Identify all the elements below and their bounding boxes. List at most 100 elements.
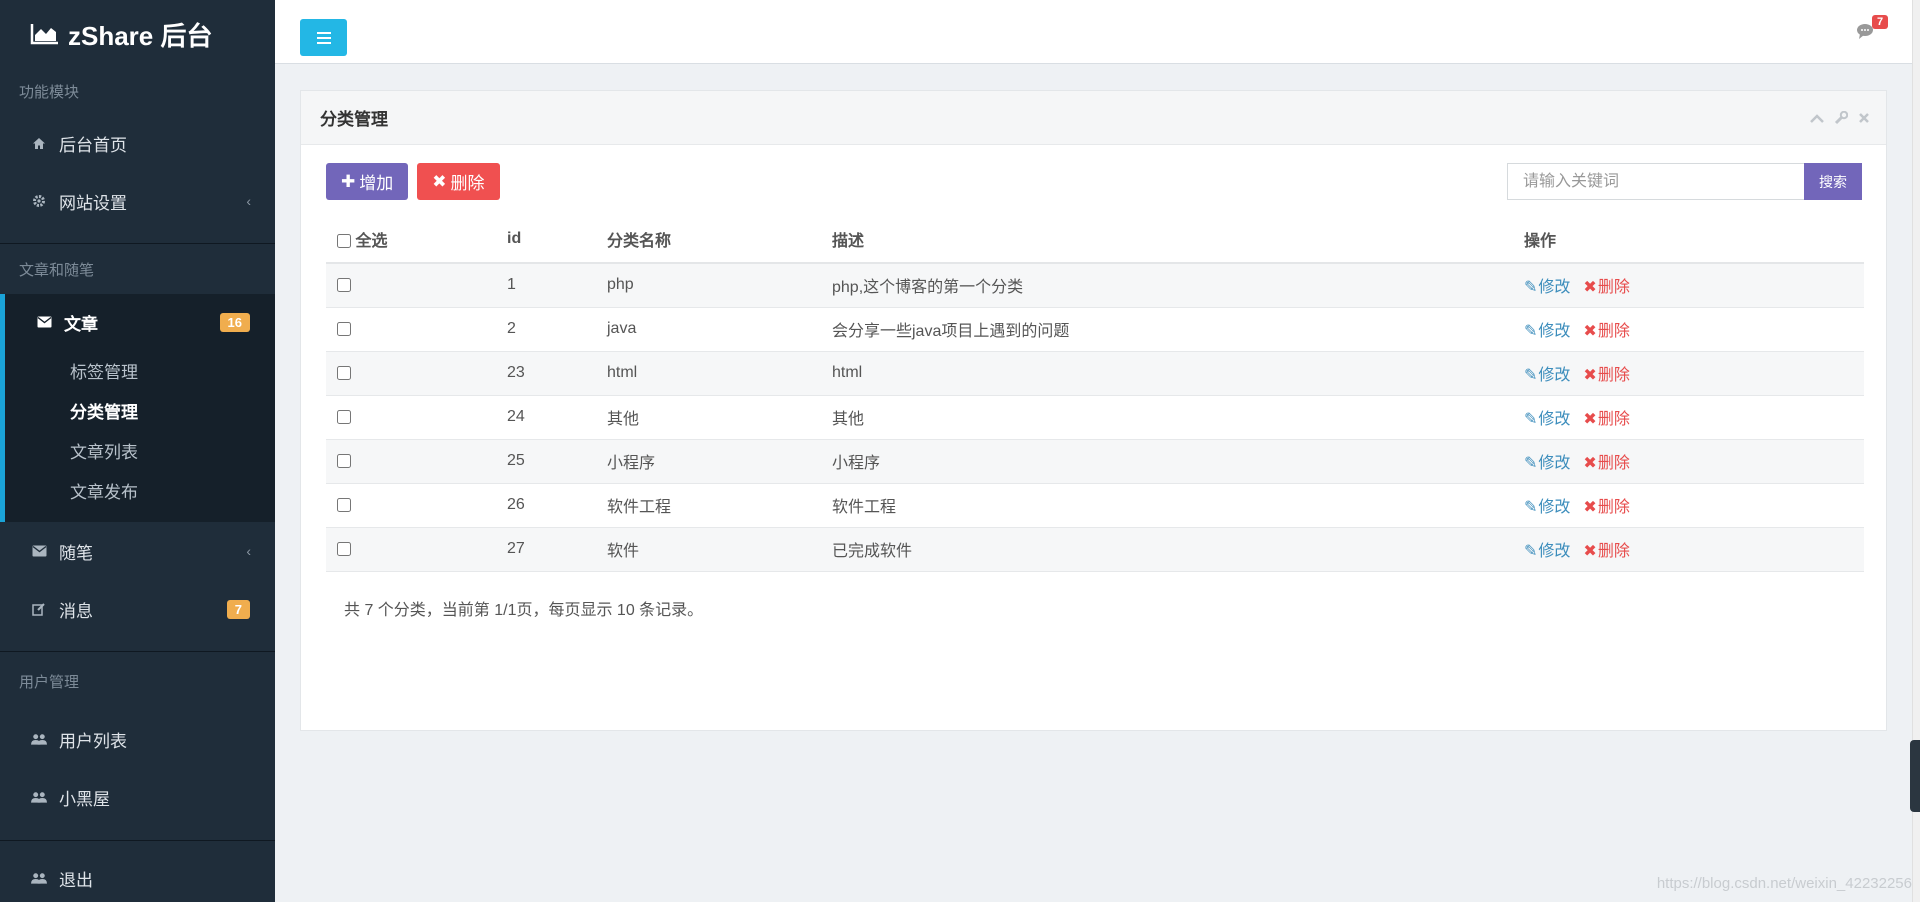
- row-select-cell: [326, 439, 507, 484]
- table-row: 1 php php,这个博客的第一个分类 ✎修改 ✖删除: [326, 263, 1864, 308]
- chevron-up-icon[interactable]: [1810, 111, 1824, 128]
- delete-link[interactable]: ✖删除: [1583, 537, 1629, 561]
- table-header-row: 全选 id 分类名称 描述 操作: [326, 215, 1864, 264]
- table-row: 26 软件工程 软件工程 ✎修改 ✖删除: [326, 483, 1864, 528]
- sidebar-item-article-list[interactable]: 文章列表: [5, 430, 275, 470]
- ops-cell: ✎修改 ✖删除: [1524, 351, 1864, 396]
- select-all-label: 全选: [355, 232, 388, 250]
- plus-icon: ✚: [341, 171, 356, 191]
- edit-link[interactable]: ✎修改: [1524, 361, 1570, 385]
- row-actions: ✎修改 ✖删除: [1524, 405, 1864, 429]
- sidebar-item-site-settings[interactable]: 网站设置 ‹: [0, 172, 275, 230]
- edit-icon: [31, 601, 47, 617]
- search-input[interactable]: [1507, 163, 1804, 200]
- scrollbar-thumb[interactable]: [1910, 740, 1920, 812]
- delete-link[interactable]: ✖删除: [1583, 361, 1629, 385]
- edit-link[interactable]: ✎修改: [1524, 405, 1570, 429]
- sidebar-item-article-publish[interactable]: 文章发布: [5, 470, 275, 510]
- row-select-cell: [326, 263, 507, 308]
- row-actions: ✎修改 ✖删除: [1524, 361, 1864, 385]
- delete-selected-button[interactable]: ✖ 删除: [417, 163, 500, 200]
- id-cell: 25: [507, 439, 607, 484]
- sidebar-item-user-list[interactable]: 用户列表: [0, 710, 275, 768]
- wrench-icon[interactable]: [1834, 110, 1849, 128]
- ops-cell: ✎修改 ✖删除: [1524, 439, 1864, 484]
- table-row: 27 软件 已完成软件 ✎修改 ✖删除: [326, 527, 1864, 572]
- name-cell: php: [607, 263, 832, 308]
- row-checkbox[interactable]: [337, 409, 351, 424]
- delete-label: 删除: [1597, 455, 1630, 472]
- edit-link[interactable]: ✎修改: [1524, 317, 1570, 341]
- sidebar-item-tag-manage[interactable]: 标签管理: [5, 350, 275, 390]
- search-box: 搜索: [1507, 163, 1862, 200]
- name-cell: 其他: [607, 395, 832, 440]
- delete-link[interactable]: ✖删除: [1583, 493, 1629, 517]
- sidebar-item-logout[interactable]: 退出: [0, 849, 275, 902]
- brand[interactable]: zShare 后台: [0, 0, 275, 68]
- delete-label: 删除: [1597, 499, 1630, 516]
- users-icon: [31, 731, 47, 747]
- users-icon: [31, 870, 47, 886]
- times-icon: ✖: [1583, 411, 1597, 428]
- row-checkbox[interactable]: [337, 321, 351, 336]
- times-icon: ✖: [1583, 279, 1597, 297]
- edit-link[interactable]: ✎修改: [1524, 273, 1570, 297]
- id-header: id: [507, 215, 607, 264]
- edit-label: 修改: [1538, 499, 1571, 516]
- search-button[interactable]: 搜索: [1804, 163, 1862, 200]
- delete-link[interactable]: ✖删除: [1583, 317, 1629, 341]
- delete-label: 删除: [1597, 367, 1630, 384]
- panel-title: 分类管理: [320, 110, 388, 129]
- delete-link[interactable]: ✖删除: [1583, 405, 1629, 429]
- desc-cell: 小程序: [832, 439, 1524, 484]
- delete-label: 删除: [1597, 279, 1630, 297]
- desc-cell: 已完成软件: [832, 527, 1524, 572]
- delete-link[interactable]: ✖删除: [1583, 273, 1629, 297]
- category-table: 全选 id 分类名称 描述 操作 1 php php,这个博客的第一个分类 ✎修改 ✖删…: [326, 215, 1864, 572]
- menu-bar: [316, 36, 331, 39]
- sidebar: zShare 后台 功能模块 后台首页 网站设置 ‹ 文章和随笔 文章 16 标…: [0, 0, 275, 902]
- article-submenu: 标签管理 分类管理 文章列表 文章发布: [5, 350, 275, 522]
- row-select-cell: [326, 527, 507, 572]
- row-checkbox[interactable]: [337, 497, 351, 512]
- row-checkbox[interactable]: [337, 541, 351, 556]
- sidebar-item-category-manage[interactable]: 分类管理: [5, 390, 275, 430]
- delete-label: 删除: [1597, 323, 1630, 340]
- desc-cell: html: [832, 351, 1524, 396]
- select-all-header: 全选: [326, 215, 507, 264]
- id-cell: 2: [507, 307, 607, 352]
- panel-header: 分类管理: [301, 91, 1886, 145]
- sidebar-item-message[interactable]: 消息 7: [0, 580, 275, 638]
- add-category-button[interactable]: ✚ 增加: [326, 163, 409, 200]
- section-label-modules: 功能模块: [19, 83, 80, 101]
- edit-icon: ✎: [1524, 279, 1538, 297]
- close-icon[interactable]: [1858, 111, 1870, 128]
- sidebar-toggle-button[interactable]: [300, 19, 347, 56]
- section-label-users: 用户管理: [19, 673, 80, 691]
- edit-link[interactable]: ✎修改: [1524, 449, 1570, 473]
- category-panel: 分类管理 ✚ 增加 ✖ 删除 搜索: [300, 90, 1887, 731]
- row-checkbox[interactable]: [337, 453, 351, 468]
- sidebar-item-label: 随笔: [59, 543, 93, 563]
- row-checkbox[interactable]: [337, 365, 351, 380]
- name-cell: html: [607, 351, 832, 396]
- row-select-cell: [326, 395, 507, 440]
- edit-label: 修改: [1538, 411, 1571, 428]
- name-cell: 软件: [607, 527, 832, 572]
- sidebar-item-essay[interactable]: 随笔 ‹: [0, 522, 275, 580]
- home-icon: [31, 135, 47, 151]
- select-all-checkbox[interactable]: [337, 234, 351, 249]
- row-checkbox[interactable]: [337, 278, 351, 293]
- id-cell: 26: [507, 483, 607, 528]
- chevron-left-icon: ‹: [246, 193, 251, 209]
- area-chart-icon: [30, 24, 58, 45]
- sidebar-item-home[interactable]: 后台首页: [0, 114, 275, 172]
- delete-label: 删除: [1597, 543, 1630, 560]
- edit-link[interactable]: ✎修改: [1524, 493, 1570, 517]
- desc-cell: 其他: [832, 395, 1524, 440]
- delete-link[interactable]: ✖删除: [1583, 449, 1629, 473]
- sidebar-item-article[interactable]: 文章 16: [5, 294, 275, 350]
- section-label-articles: 文章和随笔: [19, 261, 95, 279]
- sidebar-item-blacklist[interactable]: 小黑屋: [0, 768, 275, 826]
- edit-link[interactable]: ✎修改: [1524, 537, 1570, 561]
